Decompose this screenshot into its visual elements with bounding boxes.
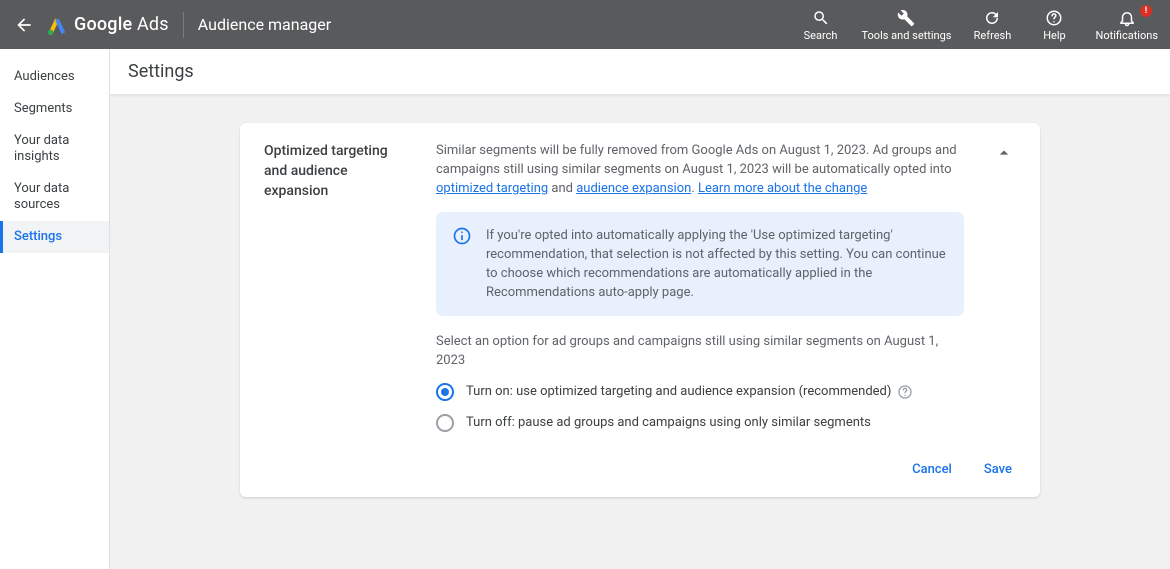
option-help-button[interactable]: [897, 384, 913, 400]
select-prompt: Select an option for ad groups and campa…: [436, 332, 964, 370]
section-title: Optimized targeting and audience expansi…: [264, 141, 414, 201]
option-turn-off[interactable]: Turn off: pause ad groups and campaigns …: [436, 413, 964, 432]
notifications-badge: !: [1140, 5, 1152, 17]
intro-text: Similar segments will be fully removed f…: [436, 143, 957, 196]
save-button[interactable]: Save: [980, 456, 1016, 483]
info-callout: If you're opted into automatically apply…: [436, 212, 964, 316]
bell-icon: [1118, 9, 1136, 27]
link-audience-expansion[interactable]: audience expansion: [576, 181, 691, 196]
sidebar-item-segments[interactable]: Segments: [0, 93, 109, 125]
chevron-up-icon: [994, 143, 1014, 163]
page-title: Settings: [128, 61, 1152, 82]
refresh-button[interactable]: Refresh: [971, 8, 1013, 42]
product-logo: Google Ads: [46, 14, 169, 36]
link-learn-more[interactable]: Learn more about the change: [698, 181, 867, 196]
help-button[interactable]: Help: [1033, 8, 1075, 42]
option-on-label: Turn on: use optimized targeting and aud…: [466, 382, 891, 401]
tools-settings-button[interactable]: Tools and settings: [862, 8, 952, 42]
search-icon: [812, 9, 830, 27]
collapse-toggle[interactable]: [992, 141, 1016, 165]
sidebar-item-data-sources[interactable]: Your data sources: [0, 173, 109, 221]
module-title: Audience manager: [198, 15, 331, 34]
arrow-left-icon: [14, 15, 34, 35]
notifications-button[interactable]: ! Notifications: [1095, 8, 1158, 42]
info-icon: [452, 226, 472, 246]
sidebar-item-settings[interactable]: Settings: [0, 221, 109, 253]
sidebar-item-audiences[interactable]: Audiences: [0, 61, 109, 93]
settings-card: Optimized targeting and audience expansi…: [240, 123, 1040, 497]
refresh-icon: [983, 9, 1001, 27]
wrench-icon: [897, 9, 915, 27]
back-button[interactable]: [12, 13, 36, 37]
product-name: Google Ads: [74, 14, 169, 35]
option-turn-on[interactable]: Turn on: use optimized targeting and aud…: [436, 382, 964, 401]
cancel-button[interactable]: Cancel: [908, 456, 956, 483]
sidebar: Audiences Segments Your data insights Yo…: [0, 49, 110, 569]
option-off-label: Turn off: pause ad groups and campaigns …: [466, 413, 871, 432]
google-ads-logo-icon: [46, 14, 68, 36]
divider: [183, 12, 184, 38]
help-icon: [1045, 9, 1063, 27]
link-optimized-targeting[interactable]: optimized targeting: [436, 181, 548, 196]
help-outline-icon: [897, 384, 913, 400]
search-button[interactable]: Search: [800, 8, 842, 42]
radio-off: [436, 414, 454, 432]
info-text: If you're opted into automatically apply…: [486, 226, 948, 302]
sidebar-item-data-insights[interactable]: Your data insights: [0, 125, 109, 173]
radio-on: [436, 383, 454, 401]
